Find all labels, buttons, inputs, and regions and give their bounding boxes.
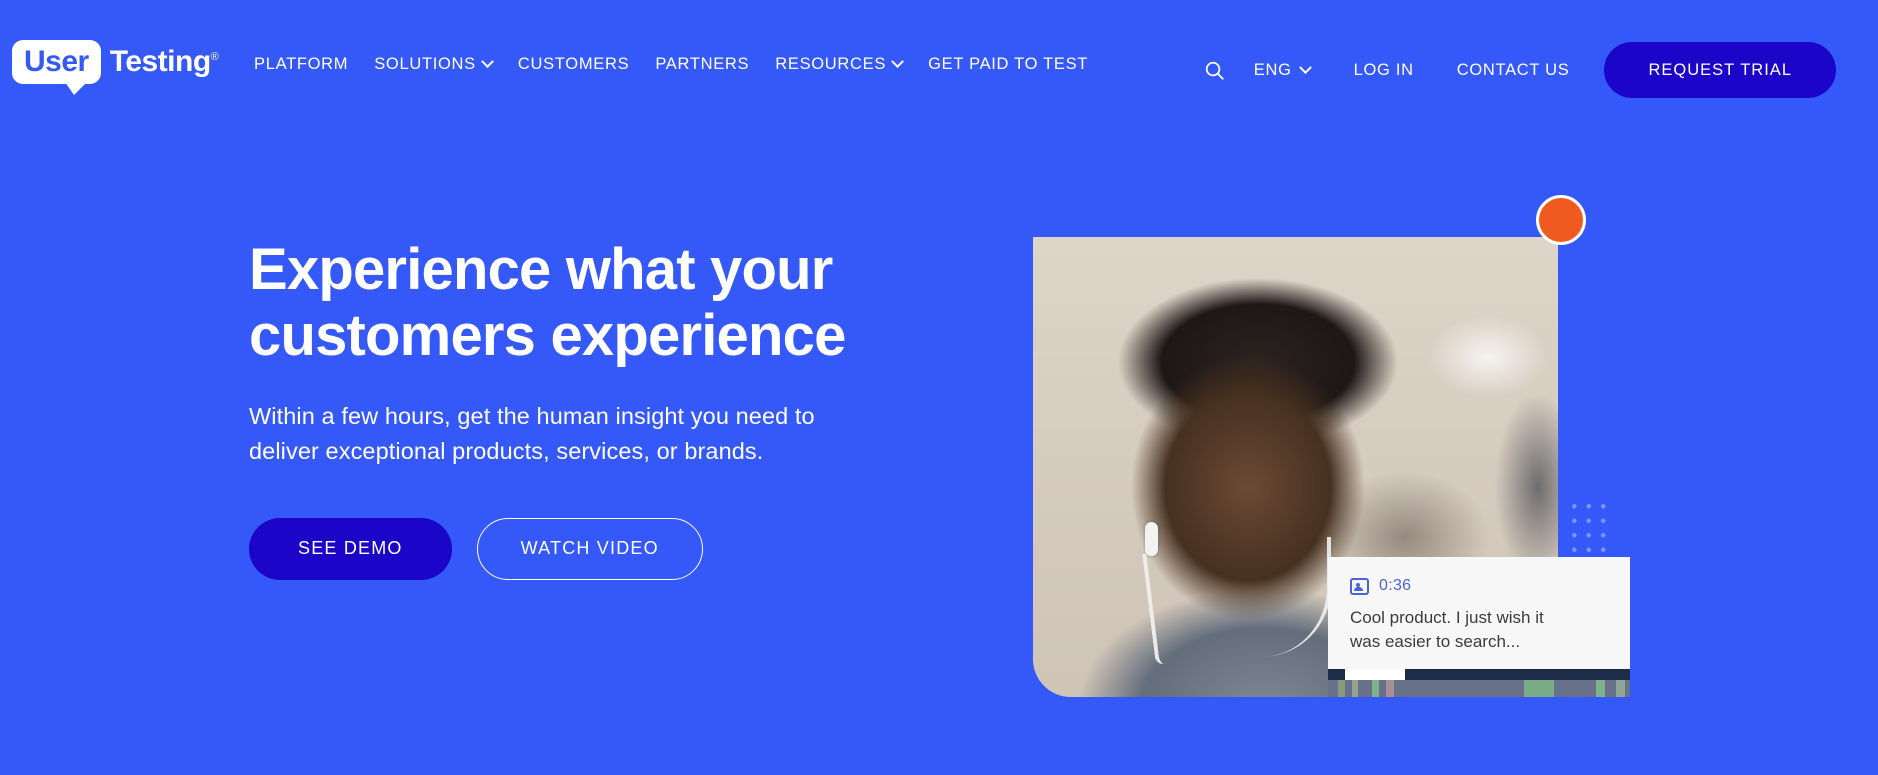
timeline-segment: [1386, 680, 1394, 697]
nav-item-resources[interactable]: RESOURCES: [775, 55, 904, 74]
site-header: User Testing® PLATFORM SOLUTIONS CUSTOME…: [0, 0, 1878, 115]
contact-us-link[interactable]: CONTACT US: [1457, 61, 1570, 80]
tooltip-quote-line-2: was easier to search...: [1350, 632, 1521, 652]
video-timeline[interactable]: [1328, 669, 1630, 697]
timeline-segment: [1616, 680, 1625, 697]
logo-bubble-tail-icon: [64, 82, 87, 95]
hero-sub-line-2: deliver exceptional products, services, …: [249, 438, 764, 465]
chevron-down-icon: [481, 55, 494, 69]
language-label: ENG: [1253, 60, 1292, 79]
hero-headline: Experience what your customers experienc…: [249, 237, 949, 369]
nav-item-get-paid-to-test[interactable]: GET PAID TO TEST: [928, 55, 1088, 74]
watch-video-button[interactable]: WATCH VIDEO: [476, 517, 703, 580]
nav-label-partners: PARTNERS: [655, 55, 750, 73]
request-trial-button[interactable]: REQUEST TRIAL: [1604, 42, 1836, 98]
participant-card-icon: [1350, 577, 1369, 595]
timeline-segment: [1596, 680, 1605, 697]
hero-headline-line-1: Experience what your: [249, 237, 833, 302]
transcript-tooltip: 0:36 Cool product. I just wish it was ea…: [1328, 557, 1630, 677]
chevron-down-icon: [891, 55, 904, 69]
tooltip-quote: Cool product. I just wish it was easier …: [1350, 606, 1608, 654]
nav-item-partners[interactable]: PARTNERS: [655, 55, 749, 74]
nav-label-platform: PLATFORM: [254, 55, 349, 73]
page-bottom-strip: [0, 767, 1878, 775]
chevron-down-icon: [1298, 60, 1312, 74]
nav-label-get-paid-to-test: GET PAID TO TEST: [928, 55, 1089, 73]
timeline-pointer-cap: [1345, 669, 1405, 680]
nav-item-customers[interactable]: CUSTOMERS: [518, 55, 629, 74]
search-icon[interactable]: [1198, 53, 1232, 87]
timeline-track[interactable]: [1328, 680, 1630, 697]
logo-wordmark: Testing®: [110, 47, 219, 77]
logo-bubble-text: User: [24, 45, 89, 78]
tooltip-timestamp: 0:36: [1379, 577, 1412, 594]
logo-word-text: Testing: [109, 45, 211, 78]
see-demo-button[interactable]: SEE DEMO: [249, 517, 452, 580]
usertesting-logo[interactable]: User Testing®: [12, 38, 219, 95]
nav-item-platform[interactable]: PLATFORM: [254, 55, 348, 74]
hero-content: Experience what your customers experienc…: [249, 237, 949, 580]
tooltip-header: 0:36: [1350, 577, 1608, 595]
nav-label-resources: RESOURCES: [775, 55, 887, 73]
hero-sub-line-1: Within a few hours, get the human insigh…: [249, 403, 815, 430]
earbud-icon: [1145, 522, 1158, 556]
record-dot-icon: [1536, 195, 1586, 245]
timeline-segment: [1352, 680, 1358, 697]
login-link[interactable]: LOG IN: [1354, 61, 1414, 80]
hero-subheadline: Within a few hours, get the human insigh…: [249, 399, 949, 470]
registered-mark: ®: [210, 51, 219, 63]
timeline-segment: [1338, 680, 1345, 697]
nav-label-customers: CUSTOMERS: [517, 55, 630, 73]
timeline-segment: [1524, 680, 1554, 697]
hero-cta-group: SEE DEMO WATCH VIDEO: [249, 517, 949, 580]
logo-speech-bubble: User: [12, 40, 101, 95]
hero-page: User Testing® PLATFORM SOLUTIONS CUSTOME…: [0, 0, 1878, 775]
language-selector[interactable]: ENG: [1253, 60, 1312, 80]
hero-media: 0:36 Cool product. I just wish it was ea…: [1033, 195, 1630, 697]
header-actions: ENG LOG IN CONTACT US REQUEST TRIAL: [1198, 40, 1878, 100]
hero-headline-line-2: customers experience: [249, 303, 846, 369]
tooltip-quote-line-1: Cool product. I just wish it: [1350, 608, 1544, 627]
main-navigation: PLATFORM SOLUTIONS CUSTOMERS PARTNERS RE…: [254, 55, 1088, 74]
timeline-segment: [1372, 680, 1379, 697]
nav-label-solutions: SOLUTIONS: [374, 55, 476, 73]
nav-item-solutions[interactable]: SOLUTIONS: [374, 55, 494, 74]
